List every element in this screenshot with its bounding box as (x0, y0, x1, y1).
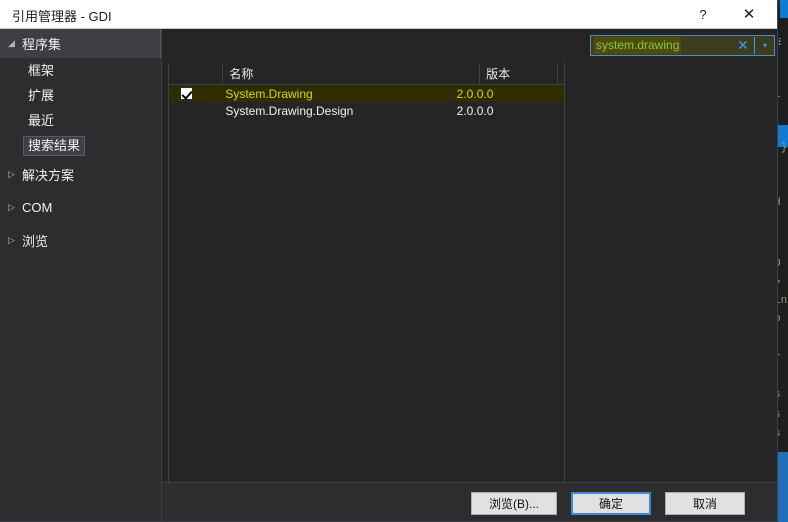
chevron-down-icon[interactable]: ◢ (8, 39, 22, 48)
sidebar-group-label: 浏览 (22, 234, 49, 249)
sidebar-group-label: COM (22, 200, 53, 215)
sidebar-item-0-1[interactable]: 扩展 (0, 83, 161, 108)
chevron-right-icon[interactable]: ▷ (8, 203, 22, 212)
background-accent-block-top (780, 0, 788, 18)
sidebar-item-0-3[interactable]: 搜索结果 (0, 133, 161, 158)
dialog-body: ◢ 程序集 框架 扩展 最近 搜索结果 ▷ 解决方案 ▷ COM ▷ 浏览 system.drawin… (0, 29, 777, 521)
search-input[interactable]: system.drawing ✕ ▾ (590, 35, 775, 56)
sidebar-navigation: ◢ 程序集 框架 扩展 最近 搜索结果 ▷ 解决方案 ▷ COM ▷ 浏览 (0, 29, 162, 521)
sidebar-item-0-2[interactable]: 最近 (0, 108, 161, 133)
row-version: 2.0.0.0 (456, 103, 494, 118)
column-header-name[interactable]: 名称 (223, 63, 481, 84)
browse-button[interactable]: 浏览(B)... (471, 492, 557, 515)
checkbox-checked-icon[interactable] (180, 87, 193, 100)
sidebar-group-0[interactable]: ◢ 程序集 (0, 29, 161, 58)
assembly-results-list[interactable]: 名称 版本 System.Drawing 2.0.0.0 System.Drawing… (168, 63, 565, 483)
sidebar-item-label: 最近 (28, 112, 55, 128)
sidebar-item-0-0[interactable]: 框架 (0, 58, 161, 83)
row-name: System.Drawing (225, 86, 313, 101)
column-header-check[interactable] (169, 63, 224, 84)
search-row: system.drawing ✕ ▾ (162, 29, 777, 63)
background-accent-block-bottom (778, 452, 788, 522)
right-pane: system.drawing ✕ ▾ 名称 版本 System.Drawing 2.… (162, 29, 777, 521)
search-divider (754, 37, 755, 54)
chevron-right-icon[interactable]: ▷ (8, 236, 22, 245)
sidebar-group-2[interactable]: ▷ COM (0, 191, 161, 224)
dialog-titlebar: 引用管理器 - GDI ? ✕ (0, 0, 777, 29)
row-checkbox-cell[interactable] (169, 87, 219, 100)
table-row[interactable]: System.Drawing 2.0.0.0 (169, 85, 564, 102)
sidebar-group-label: 解决方案 (22, 168, 75, 183)
chevron-right-icon[interactable]: ▷ (8, 170, 22, 179)
reference-detail-pane (571, 63, 771, 483)
sidebar-group-1[interactable]: ▷ 解决方案 (0, 158, 161, 191)
sidebar-item-label: 搜索结果 (22, 135, 86, 156)
ok-button[interactable]: 确定 (571, 492, 651, 515)
list-rows-container: System.Drawing 2.0.0.0 System.Drawing.Desi… (169, 85, 564, 119)
reference-manager-dialog: 引用管理器 - GDI ? ✕ ◢ 程序集 框架 扩展 最近 搜索结果 ▷ 解决方案 ▷ COM ▷… (0, 0, 778, 522)
dialog-title: 引用管理器 - GDI (12, 9, 112, 24)
sidebar-item-label: 扩展 (28, 87, 55, 103)
row-version: 2.0.0.0 (456, 86, 494, 101)
chevron-down-icon[interactable]: ▾ (758, 41, 772, 50)
close-icon[interactable]: ✕ (731, 0, 767, 28)
search-input-value: system.drawing (594, 37, 682, 54)
row-name: System.Drawing.Design (225, 103, 354, 118)
column-header-ver[interactable]: 版本 (480, 63, 558, 84)
help-icon[interactable]: ? (685, 0, 721, 28)
column-header-pad[interactable] (558, 63, 564, 84)
sidebar-group-3[interactable]: ▷ 浏览 (0, 224, 161, 257)
list-header-row: 名称 版本 (169, 63, 564, 85)
sidebar-item-label: 框架 (28, 62, 55, 78)
clear-search-icon[interactable]: ✕ (734, 37, 752, 54)
table-row[interactable]: System.Drawing.Design 2.0.0.0 (169, 102, 564, 119)
dialog-footer: 浏览(B)... 确定 取消 (162, 482, 777, 521)
cancel-button[interactable]: 取消 (665, 492, 745, 515)
sidebar-group-label: 程序集 (22, 37, 62, 52)
